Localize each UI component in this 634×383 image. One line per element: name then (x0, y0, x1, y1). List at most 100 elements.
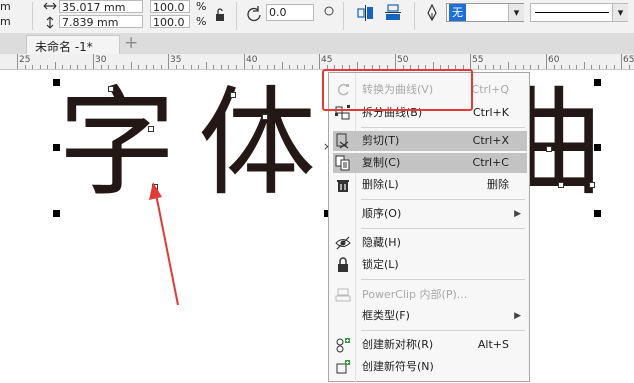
ruler-minor-tick (77, 65, 78, 69)
ruler-minor-tick (554, 65, 555, 69)
glyph-node[interactable] (230, 92, 236, 98)
glyph-node[interactable] (262, 114, 268, 120)
menu-item-label: 复制(C) (362, 156, 401, 169)
ruler-minor-tick (153, 65, 154, 69)
ruler-minor-tick (40, 65, 41, 69)
menu-separator (361, 279, 525, 280)
ruler-minor-tick (32, 65, 33, 69)
menu-item-powerclip-inside[interactable]: PowerClip 内部(P)... (333, 285, 527, 305)
glyph-node[interactable] (148, 126, 154, 132)
ruler-minor-tick (561, 65, 562, 69)
selection-handle-top-right[interactable] (594, 79, 601, 86)
circle-icon[interactable] (324, 6, 334, 16)
ruler-major-tick (93, 54, 94, 69)
lock-icon (338, 257, 348, 272)
width-icon (43, 2, 57, 10)
ruler-minor-tick (236, 65, 237, 69)
document-tab-title: 未命名 -1* (35, 40, 93, 54)
powerclip-icon (335, 288, 351, 302)
ruler-minor-tick (55, 62, 56, 69)
menu-item-label: 锁定(L) (362, 258, 399, 271)
ruler-minor-tick (500, 65, 501, 69)
scale-y-input[interactable]: 100.0 (150, 15, 190, 28)
ruler-minor-tick (116, 65, 117, 69)
menu-item-lock[interactable]: 锁定(L) (333, 255, 527, 275)
divider (32, 2, 33, 30)
height-input[interactable]: 7.839 mm (59, 15, 143, 28)
document-tab[interactable]: 未命名 -1* (26, 35, 120, 54)
symbol-icon (336, 360, 350, 374)
menu-item-create-symbol[interactable]: 创建新符号(N) (333, 357, 527, 377)
ruler-minor-tick (576, 65, 577, 69)
ruler-minor-tick (221, 65, 222, 69)
ruler-major-tick (470, 54, 471, 69)
ruler-minor-tick (357, 62, 358, 69)
ruler-minor-tick (183, 65, 184, 69)
ruler-minor-tick (228, 65, 229, 69)
ruler-minor-tick (123, 65, 124, 69)
menu-item-label: 创建新对称(R) (362, 338, 434, 351)
ruler-minor-tick (191, 65, 192, 69)
menu-item-copy[interactable]: 复制(C) Ctrl+C (333, 153, 527, 173)
divider (236, 2, 237, 30)
selection-handle-top-left[interactable] (53, 79, 60, 86)
menu-separator (361, 127, 525, 128)
menu-item-frame-type[interactable]: 框类型(F) ▶ (333, 306, 527, 326)
glyph-node[interactable] (546, 146, 552, 152)
ruler-minor-tick (161, 65, 162, 69)
highlight-box (322, 69, 473, 111)
ruler-minor-tick (267, 65, 268, 69)
rotation-input[interactable]: 0.0 (266, 4, 314, 21)
glyph-node[interactable] (589, 182, 595, 188)
ruler-minor-tick (493, 65, 494, 69)
line-style-dropdown-button[interactable]: ▾ (612, 4, 628, 21)
selection-handle-bottom-right[interactable] (594, 210, 601, 217)
ruler-minor-tick (213, 65, 214, 69)
width-input[interactable]: 35.017 mm (59, 0, 143, 13)
ruler-minor-tick (508, 62, 509, 69)
menu-item-create-symmetry[interactable]: 创建新对称(R) Alt+S (333, 335, 527, 355)
menu-item-shortcut: 删除 (487, 178, 509, 191)
menu-item-cut[interactable]: 剪切(T) Ctrl+X (333, 131, 527, 151)
outline-fill-dropdown-button[interactable]: ▾ (508, 4, 524, 21)
scale-x-input[interactable]: 100.0 (150, 0, 190, 13)
selection-handle-middle-left[interactable] (53, 144, 60, 151)
mirror-horizontal-icon[interactable] (357, 5, 375, 21)
ruler-minor-tick (282, 62, 283, 69)
ruler-minor-tick (304, 65, 305, 69)
add-tab-button[interactable]: + (124, 34, 138, 53)
ruler-major-tick (17, 54, 18, 69)
menu-item-hide[interactable]: 隐藏(H) (333, 233, 527, 253)
menu-item-delete[interactable]: 删除(L) 删除 (333, 175, 527, 195)
lock-ratio-icon[interactable] (213, 8, 227, 22)
ruler-minor-tick (25, 65, 26, 69)
unit-fragment-bottom: m (0, 15, 11, 28)
ruler-label: 50 (397, 55, 409, 65)
ruler-label: 30 (95, 55, 107, 65)
ruler-minor-tick (569, 65, 570, 69)
pen-nib-icon (427, 4, 437, 22)
ruler-minor-tick (252, 65, 253, 69)
ruler-minor-tick (599, 65, 600, 69)
menu-separator (361, 199, 525, 200)
ruler-minor-tick (176, 65, 177, 69)
selection-handle-middle-right[interactable] (594, 144, 601, 151)
menu-item-label: 框类型(F) (362, 309, 410, 322)
glyph-node[interactable] (558, 182, 564, 188)
ruler-minor-tick (198, 65, 199, 69)
divider (343, 2, 344, 30)
ruler-minor-tick (478, 65, 479, 69)
menu-item-label: 删除(L) (362, 178, 399, 191)
ruler-minor-tick (433, 62, 434, 69)
glyph-node[interactable] (108, 86, 114, 92)
ruler-label: 60 (548, 55, 560, 65)
menu-item-order[interactable]: 顺序(O) ▶ (333, 204, 527, 224)
ruler-minor-tick (146, 65, 147, 69)
ruler-minor-tick (131, 62, 132, 69)
selection-handle-bottom-left[interactable] (53, 210, 60, 217)
height-icon (46, 16, 54, 29)
text-glyph-ti[interactable]: 体 (198, 84, 316, 202)
mirror-vertical-icon[interactable] (385, 4, 401, 22)
menu-item-label: 隐藏(H) (362, 236, 401, 249)
ruler-major-tick (244, 54, 245, 69)
